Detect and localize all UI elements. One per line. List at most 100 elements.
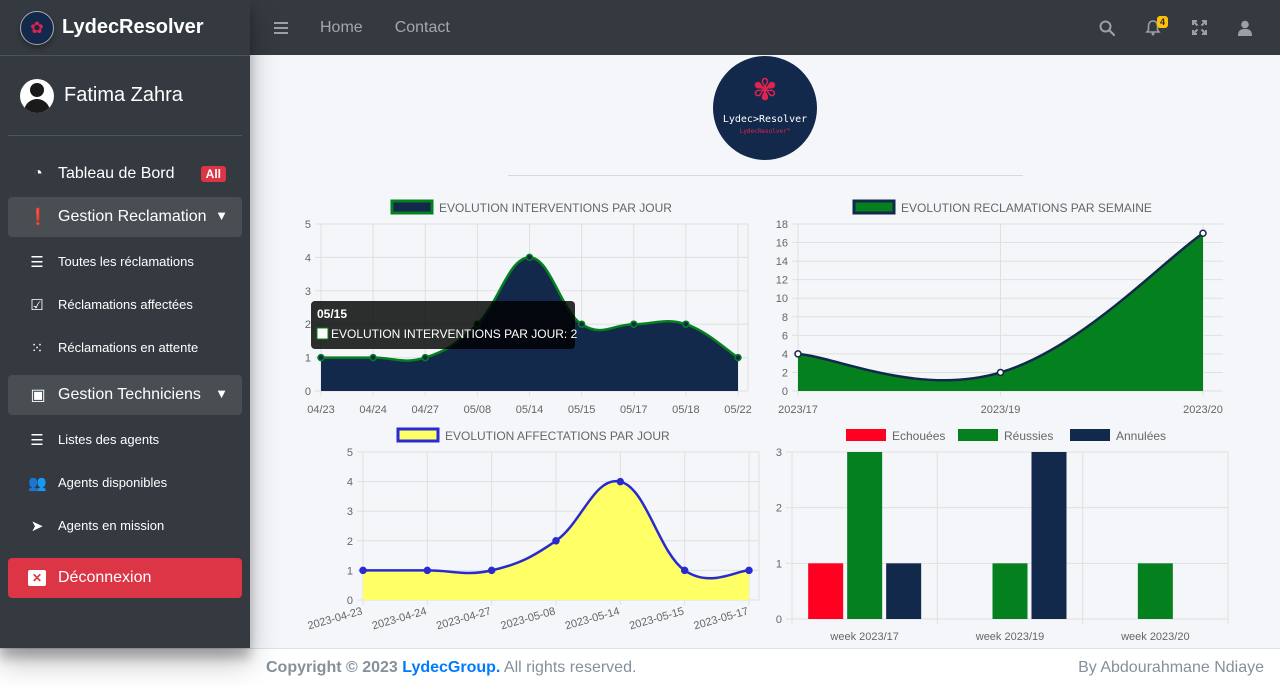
y-tick-label: 12 [776, 275, 788, 287]
x-tick-label: 05/17 [620, 404, 648, 416]
y-tick-label: 2 [776, 503, 782, 515]
x-tick-label: 2023-05-15 [628, 605, 685, 632]
x-tick-label: 2023-05-08 [499, 605, 556, 632]
nav-link-contact[interactable]: Contact [395, 19, 450, 37]
data-point [794, 350, 802, 358]
sidebar-item-label: Toutes les réclamations [58, 254, 194, 269]
y-tick-label: 0 [305, 386, 311, 398]
legend-label: Annulées [1116, 429, 1166, 443]
sidebar-item-label: Tableau de Bord [58, 165, 175, 182]
list-icon: ☰ [30, 431, 44, 449]
search-icon[interactable] [1084, 8, 1130, 48]
hamburger-menu-icon[interactable] [274, 21, 288, 34]
bar [1031, 452, 1067, 619]
x-tick-label: 2023/17 [778, 404, 818, 416]
footer-copyright: Copyright © 2023 LydecGroup. All rights … [266, 659, 636, 677]
data-point [734, 353, 742, 362]
y-tick-label: 6 [782, 330, 788, 342]
x-tick-label: 04/23 [307, 404, 335, 416]
chart-reclamations-par-semaine: 0 2 4 6 8 10 12 14 16 18 2023/17 2023/19 2023/20 EVOL… [776, 199, 1223, 416]
users-icon: 👥 [28, 474, 47, 492]
brand-link[interactable]: ✿ LydecResolver [0, 0, 250, 56]
chevron-down-icon: ▼ [215, 208, 228, 223]
top-navbar: Home Contact 4 [250, 0, 1280, 55]
data-point [421, 353, 429, 362]
sidebar-item-reclamations-affectees[interactable]: ☑ Réclamations affectées [0, 283, 250, 326]
y-tick-label: 8 [782, 312, 788, 324]
sidebar-item-toutes-reclamations[interactable]: ☰ Toutes les réclamations [0, 240, 250, 283]
legend-label: EVOLUTION AFFECTATIONS PAR JOUR [445, 429, 670, 443]
y-tick-label: 0 [776, 614, 782, 626]
user-panel[interactable]: Fatima Zahra [8, 56, 242, 136]
company-link[interactable]: LydecGroup. [402, 659, 500, 676]
y-tick-label: 3 [347, 506, 353, 518]
x-tick-label: 2023-04-23 [306, 605, 363, 632]
user-name[interactable]: Fatima Zahra [64, 84, 183, 107]
data-point [577, 320, 586, 328]
data-point [525, 253, 534, 262]
sidebar-item-gestion-reclamation[interactable]: ❗ Gestion Reclamation ▼ [8, 197, 242, 237]
fullscreen-icon[interactable] [1176, 8, 1222, 48]
x-tick-label: 2023-05-14 [564, 605, 621, 632]
tooltip-body: EVOLUTION INTERVENTIONS PAR JOUR: 2 [331, 327, 578, 341]
x-tick-label: 05/22 [724, 404, 752, 416]
sidebar-item-listes-agents[interactable]: ☰ Listes des agents [0, 418, 250, 461]
sidebar-item-label: Réclamations affectées [58, 297, 193, 312]
x-tick-label: 2023-04-24 [371, 605, 428, 632]
data-point [423, 566, 432, 575]
logout-button[interactable]: ✕ Déconnexion [8, 558, 242, 598]
legend-swatch [390, 199, 434, 215]
copyright-text: Copyright © 2023 [266, 658, 403, 676]
legend-swatch [396, 427, 440, 443]
y-tick-label: 4 [347, 477, 353, 489]
y-tick-label: 2 [347, 536, 353, 548]
bar [808, 563, 844, 619]
paper-plane-icon: ➤ [30, 517, 44, 535]
sidebar-nav: ◔ Tableau de Bord All ❗ Gestion Reclamat… [0, 136, 250, 598]
sidebar-item-gestion-techniciens[interactable]: ▣ Gestion Techniciens ▼ [8, 375, 242, 415]
logout-label: Déconnexion [58, 569, 152, 586]
data-point [680, 566, 689, 575]
sidebar-item-agents-en-mission[interactable]: ➤ Agents en mission [0, 504, 250, 547]
sidebar-item-agents-disponibles[interactable]: 👥 Agents disponibles [0, 461, 250, 504]
bell-icon[interactable]: 4 [1130, 8, 1176, 48]
exclamation-circle-icon: ❗ [28, 209, 48, 226]
spinner-icon: ⁙ [30, 339, 44, 357]
x-tick-label: 05/15 [568, 404, 596, 416]
brand-name: LydecResolver [62, 16, 204, 38]
x-tick-label: week 2023/17 [829, 631, 899, 643]
y-tick-label: 2 [782, 367, 788, 379]
y-tick-label: 3 [305, 286, 311, 298]
data-point [616, 477, 625, 486]
sidebar-item-dashboard[interactable]: ◔ Tableau de Bord All [8, 154, 242, 194]
close-square-icon: ✕ [28, 570, 46, 586]
y-tick-label: 1 [305, 353, 311, 365]
user-icon[interactable] [1222, 8, 1268, 48]
x-tick-label: 04/24 [359, 404, 387, 416]
bar [1137, 563, 1173, 619]
y-tick-label: 5 [347, 447, 353, 459]
legend-label: Echouées [892, 429, 945, 443]
legend-swatch [1070, 429, 1110, 441]
list-icon: ☰ [30, 253, 44, 271]
sidebar-item-reclamations-en-attente[interactable]: ⁙ Réclamations en attente [0, 326, 250, 369]
id-card-icon: ▣ [30, 387, 46, 404]
sidebar-item-label: Listes des agents [58, 432, 160, 447]
rights-text: All rights reserved. [500, 658, 637, 676]
tooltip-title: 05/15 [317, 307, 347, 321]
data-point [317, 353, 325, 362]
data-point [682, 320, 690, 328]
y-tick-label: 0 [347, 595, 353, 607]
sidebar: ✿ LydecResolver Fatima Zahra ◔ Tableau d… [0, 0, 250, 648]
notification-badge: 4 [1156, 15, 1168, 28]
legend-swatch [852, 199, 896, 215]
data-point [487, 566, 496, 575]
avatar [20, 78, 54, 113]
data-point [369, 353, 377, 362]
y-tick-label: 3 [776, 447, 782, 459]
legend-swatch [846, 429, 886, 441]
data-point [552, 537, 560, 545]
nav-link-home[interactable]: Home [320, 19, 363, 37]
x-tick-label: week 2023/20 [1120, 631, 1190, 643]
legend-label: EVOLUTION RECLAMATIONS PAR SEMAINE [901, 201, 1152, 215]
